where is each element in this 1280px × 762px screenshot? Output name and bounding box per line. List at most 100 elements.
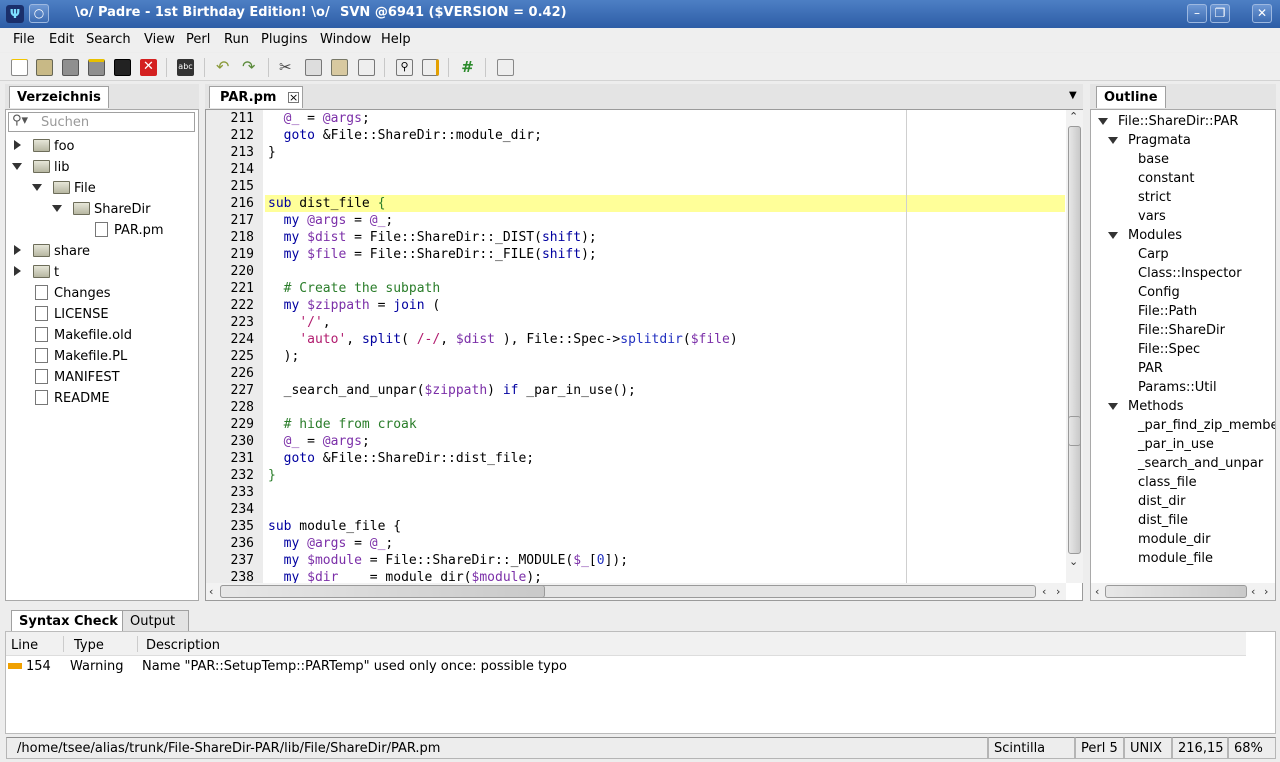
code-token: = <box>299 434 323 449</box>
outline-group[interactable]: Methods <box>1128 399 1184 414</box>
tab-verzeichnis[interactable]: Verzeichnis <box>9 86 109 108</box>
save-all-icon[interactable] <box>114 59 131 76</box>
vertical-scroll-handle[interactable] <box>1068 416 1081 446</box>
outline-item[interactable]: vars <box>1138 209 1166 224</box>
maximize-button[interactable]: ❐ <box>1210 4 1230 23</box>
save-as-icon[interactable] <box>88 59 105 76</box>
minimize-button[interactable]: – <box>1187 4 1207 23</box>
paste-icon[interactable] <box>331 59 348 76</box>
menu-perl[interactable]: Perl <box>186 32 210 47</box>
select-all-icon[interactable] <box>358 59 375 76</box>
column-header-description[interactable]: Description <box>146 638 220 653</box>
expander-icon[interactable] <box>1108 232 1118 239</box>
outline-item[interactable]: File::Path <box>1138 304 1197 319</box>
expander-icon[interactable] <box>14 245 21 255</box>
outline-group[interactable]: Modules <box>1128 228 1182 243</box>
menu-view[interactable]: View <box>144 32 175 47</box>
outline-item[interactable]: File::ShareDir <box>1138 323 1225 338</box>
outline-root[interactable]: File::ShareDir::PAR <box>1118 114 1238 129</box>
menu-plugins[interactable]: Plugins <box>261 32 308 47</box>
outline-scroll-handle[interactable] <box>1105 585 1247 598</box>
close-window-button[interactable]: ✕ <box>1252 4 1272 23</box>
outline-item[interactable]: Class::Inspector <box>1138 266 1242 281</box>
outline-item[interactable]: PAR <box>1138 361 1163 376</box>
close-tab-icon[interactable]: × <box>288 92 299 103</box>
tree-item-label: File <box>74 181 96 196</box>
horizontal-scroll-handle[interactable] <box>220 585 545 598</box>
editor-vertical-scrollbar[interactable]: ⌃ ⌄ <box>1066 110 1083 583</box>
code-editor[interactable]: 211 @_ = @args; 212 goto &File::ShareDir:… <box>205 109 1083 601</box>
save-icon[interactable] <box>62 59 79 76</box>
outline-item[interactable]: Config <box>1138 285 1180 300</box>
scroll-right-icon[interactable]: › <box>1264 585 1268 598</box>
find-icon[interactable]: ⚲ <box>396 59 413 76</box>
spellcheck-icon[interactable]: abc <box>177 59 194 76</box>
outline-item[interactable]: Params::Util <box>1138 380 1217 395</box>
comment-toggle-icon[interactable]: # <box>459 59 476 76</box>
scroll-left-end-icon[interactable]: ‹ <box>1042 585 1046 598</box>
expander-icon[interactable] <box>1108 137 1118 144</box>
outline-horizontal-scrollbar[interactable]: ‹ ‹ › <box>1091 583 1275 600</box>
scroll-left-icon[interactable]: ‹ <box>209 585 213 598</box>
vertical-scroll-thumb[interactable] <box>1068 126 1081 554</box>
scroll-left-icon[interactable]: ‹ <box>1095 585 1099 598</box>
goto-icon[interactable] <box>497 59 514 76</box>
code-token: $module <box>307 553 362 568</box>
undo-icon[interactable]: ↶ <box>216 59 233 76</box>
outline-item[interactable]: _search_and_unpar <box>1138 456 1263 471</box>
editor-horizontal-scrollbar[interactable]: ‹ ‹ › <box>206 583 1066 600</box>
expander-icon[interactable] <box>32 184 42 191</box>
code-line: ); <box>268 349 300 364</box>
outline-item[interactable]: File::Spec <box>1138 342 1200 357</box>
directory-search-box[interactable]: ⚲▾ Suchen <box>8 112 195 132</box>
cut-icon[interactable]: ✂ <box>279 59 296 76</box>
outline-item[interactable]: strict <box>1138 190 1171 205</box>
column-header-line[interactable]: Line <box>11 638 38 653</box>
new-file-icon[interactable] <box>11 59 28 76</box>
outline-item[interactable]: constant <box>1138 171 1195 186</box>
column-header-type[interactable]: Type <box>74 638 104 653</box>
tab-list-dropdown-icon[interactable]: ▼ <box>1069 90 1077 101</box>
outline-item[interactable]: dist_file <box>1138 513 1188 528</box>
outline-item[interactable]: module_file <box>1138 551 1213 566</box>
outline-item[interactable]: _par_in_use <box>1138 437 1214 452</box>
menu-file[interactable]: File <box>13 32 35 47</box>
scroll-up-icon[interactable]: ⌃ <box>1069 110 1078 123</box>
copy-icon[interactable] <box>305 59 322 76</box>
menu-run[interactable]: Run <box>224 32 249 47</box>
menu-help[interactable]: Help <box>381 32 411 47</box>
code-token: my <box>283 230 300 245</box>
scroll-left-end-icon[interactable]: ‹ <box>1251 585 1255 598</box>
window-menu-button[interactable]: ○ <box>29 4 49 23</box>
menu-search[interactable]: Search <box>86 32 131 47</box>
outline-item[interactable]: module_dir <box>1138 532 1210 547</box>
tab-output[interactable]: Output <box>122 610 189 632</box>
outline-group[interactable]: Pragmata <box>1128 133 1191 148</box>
scroll-right-icon[interactable]: › <box>1056 585 1060 598</box>
expander-icon[interactable] <box>52 205 62 212</box>
expander-icon[interactable] <box>14 266 21 276</box>
tab-syntax-check[interactable]: Syntax Check <box>11 610 126 632</box>
expander-icon[interactable] <box>1108 403 1118 410</box>
table-row[interactable]: 154 Warning Name "PAR::SetupTemp::PARTem… <box>6 657 1246 675</box>
close-file-icon[interactable]: ✕ <box>140 59 157 76</box>
scroll-down-icon[interactable]: ⌄ <box>1069 555 1078 568</box>
code-token: $dist <box>307 230 347 245</box>
expander-icon[interactable] <box>14 140 21 150</box>
menu-edit[interactable]: Edit <box>49 32 74 47</box>
redo-icon[interactable]: ↷ <box>242 59 259 76</box>
tab-par-pm[interactable]: PAR.pm × <box>209 86 303 108</box>
outline-panel-tabs: Outline <box>1090 84 1276 110</box>
expander-icon[interactable] <box>12 163 22 170</box>
expander-icon[interactable] <box>1098 118 1108 125</box>
outline-item[interactable]: dist_dir <box>1138 494 1185 509</box>
toolbar: ✕ abc ↶ ↷ ✂ ⚲ # <box>0 53 1280 81</box>
outline-item[interactable]: class_file <box>1138 475 1197 490</box>
open-file-icon[interactable] <box>36 59 53 76</box>
outline-item[interactable]: Carp <box>1138 247 1169 262</box>
outline-item[interactable]: _par_find_zip_member <box>1138 418 1275 433</box>
outline-item[interactable]: base <box>1138 152 1169 167</box>
replace-icon[interactable] <box>422 59 439 76</box>
tab-outline[interactable]: Outline <box>1096 86 1166 108</box>
menu-window[interactable]: Window <box>320 32 371 47</box>
